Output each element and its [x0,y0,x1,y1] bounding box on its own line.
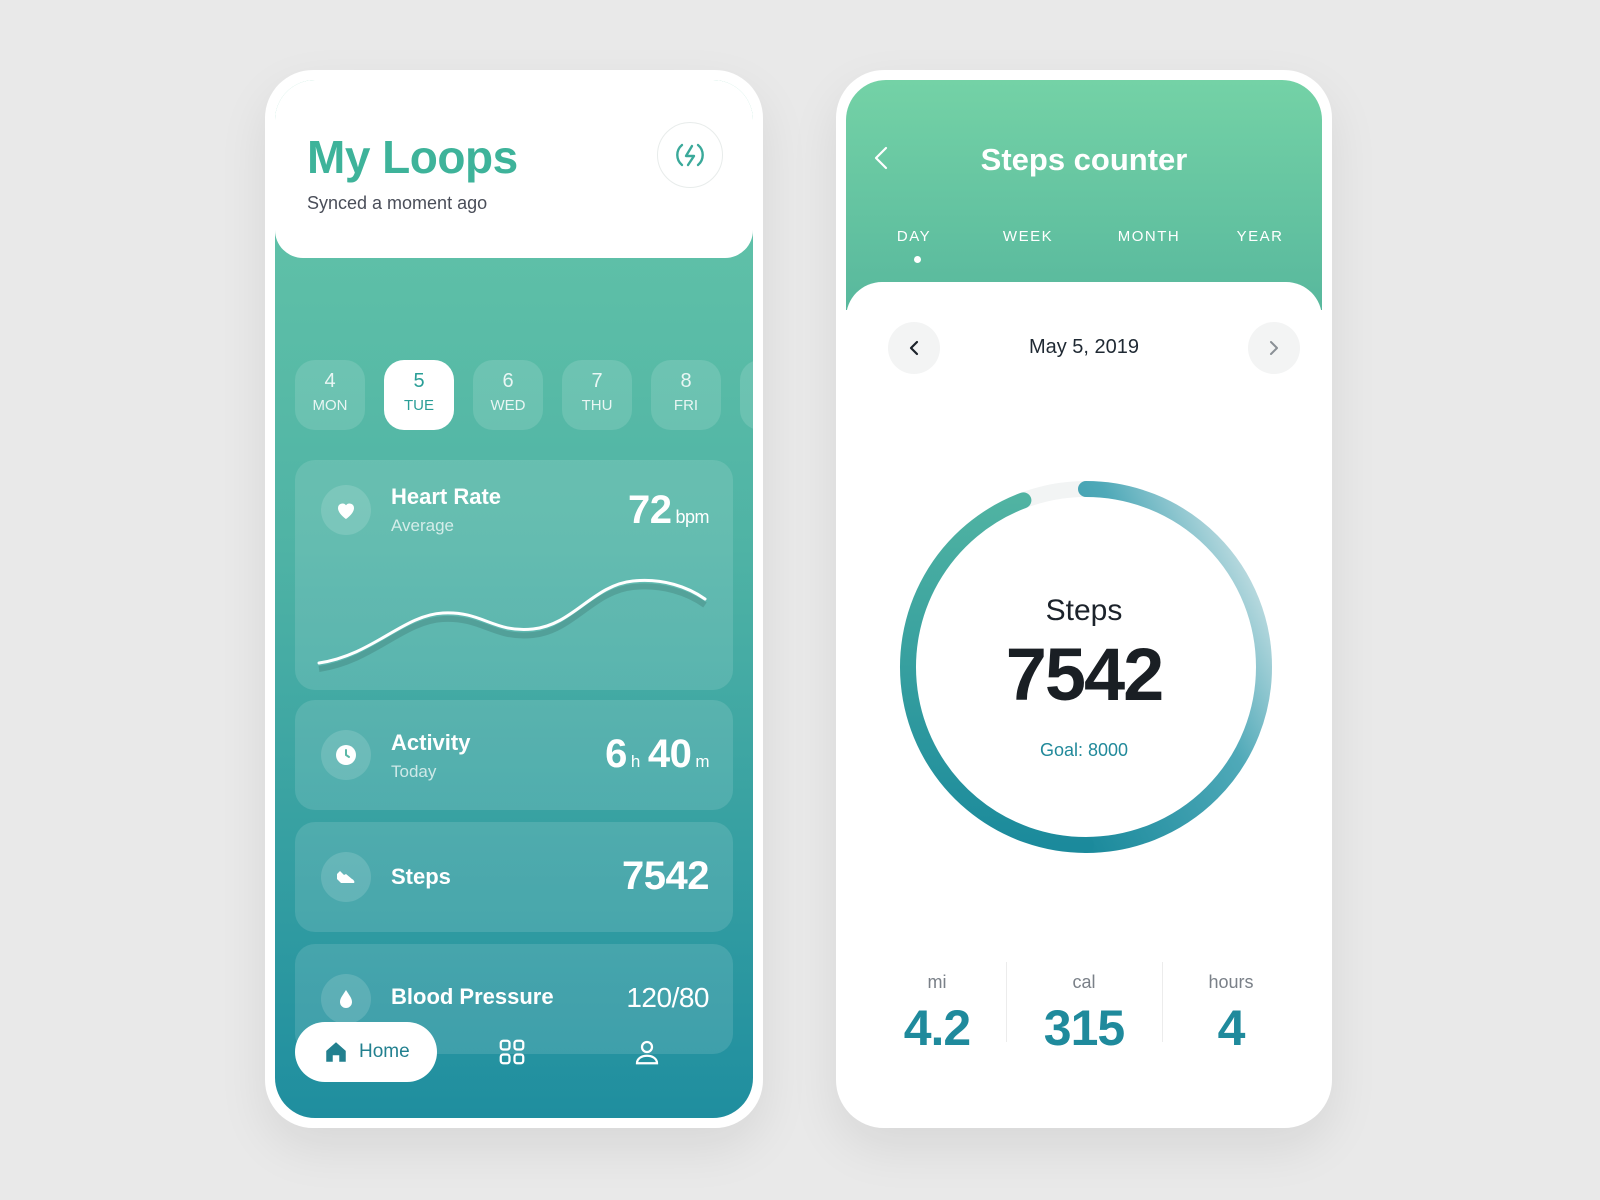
steps-card[interactable]: Steps 7542 [295,822,733,932]
day-number: 4 [324,370,336,392]
activity-title: Activity [391,730,471,755]
heart-rate-curve [317,578,707,672]
next-date-button[interactable] [1248,322,1300,374]
steps-counter-header: Steps counter DAY WEEK MONTH YEAR [846,80,1322,310]
active-tab-indicator [914,256,921,263]
day-name: THU [581,397,613,414]
stat-miles: mi 4.2 [862,972,1012,1057]
day-name: TUE [404,397,434,414]
day-name: FRI [673,397,699,414]
stat-hours: hours 4 [1156,972,1306,1057]
tab-year[interactable]: YEAR [1229,228,1291,245]
day-name: MON [312,397,348,414]
nav-home-button[interactable]: Home [295,1022,437,1082]
stat-label: cal [1072,972,1096,992]
tab-month[interactable]: MONTH [1109,228,1189,245]
nav-grid-button[interactable] [492,1032,532,1072]
grid-icon [499,1039,525,1065]
activity-minutes-unit: m [695,752,709,771]
activity-sub: Today [391,762,437,781]
chevron-right-icon [1270,341,1278,355]
ring-steps-value: 7542 [1005,633,1165,716]
my-loops-phone: My Loops Synced a moment ago 4 MON 5 TUE… [265,70,763,1128]
heart-rate-value: 72 bpm [627,488,710,533]
tab-day[interactable]: DAY [886,228,942,245]
day-number: 5 [413,370,425,392]
sneaker-icon [337,871,355,883]
activity-hours: 6 [605,732,627,776]
sneaker-icon-badge [321,852,371,902]
nav-home-label: Home [359,1041,410,1062]
clock-icon-badge [321,730,371,780]
stat-divider [1006,962,1007,1042]
my-loops-screen: My Loops Synced a moment ago 4 MON 5 TUE… [275,80,753,1118]
stat-calories: cal 315 [1009,972,1159,1057]
day-tab-tue[interactable]: 5 TUE [384,360,454,430]
heart-rate-unit: bpm [675,507,709,527]
day-tab-thu[interactable]: 7 THU [562,360,632,430]
stat-value: 4.2 [903,1000,972,1056]
home-icon [326,1042,346,1062]
drop-icon [340,990,352,1008]
heart-rate-number: 72 [627,488,672,532]
tab-week[interactable]: WEEK [992,228,1064,245]
stat-label: mi [927,972,947,992]
day-name: WED [490,397,526,414]
day-number: 8 [680,370,692,392]
blood-pressure-title: Blood Pressure [391,984,554,1009]
activity-minutes: 40 [647,732,692,776]
heart-icon [338,503,354,519]
page-title: My Loops [307,131,518,183]
activity-value: 6 h 40 m [605,732,709,777]
loops-header: My Loops Synced a moment ago [275,80,753,258]
activity-card[interactable]: Activity Today 6 h 40 m [295,700,733,810]
steps-value: 7542 [622,854,709,898]
activity-hours-unit: h [630,752,640,771]
screen-title: Steps counter [980,142,1188,177]
nav-profile-button[interactable] [627,1032,667,1072]
day-tab-mon[interactable]: 4 MON [295,360,365,430]
steps-counter-phone: Steps counter DAY WEEK MONTH YEAR May 5,… [836,70,1332,1128]
blood-pressure-value: 120/80 [626,982,709,1013]
day-number: 7 [591,370,603,392]
stat-value: 4 [1217,1000,1246,1056]
drop-icon-badge [321,974,371,1024]
steps-counter-body: May 5, 2019 Steps 7542 Goal: 8000 mi 4.2… [846,282,1322,1118]
lightning-sync-icon [676,143,704,167]
sync-status: Synced a moment ago [307,193,488,213]
day-tab-wed[interactable]: 6 WED [473,360,543,430]
ring-goal: Goal: 8000 [1039,740,1129,760]
steps-title: Steps [391,864,451,889]
day-tab-next[interactable] [740,360,753,430]
heart-rate-title: Heart Rate [391,484,502,509]
heart-icon-badge [321,485,371,535]
user-icon [635,1040,659,1065]
stat-label: hours [1208,972,1254,992]
day-tab-fri[interactable]: 8 FRI [651,360,721,430]
clock-icon [336,745,356,765]
heart-rate-sub: Average [391,516,455,535]
ring-label: Steps [1045,594,1123,627]
heart-rate-card[interactable]: Heart Rate Average 72 bpm [295,460,733,690]
stat-value: 315 [1043,1000,1125,1056]
day-number: 6 [502,370,514,392]
day-selector: 4 MON 5 TUE 6 WED 7 THU 8 FRI [295,360,753,432]
sync-button[interactable] [657,122,723,188]
